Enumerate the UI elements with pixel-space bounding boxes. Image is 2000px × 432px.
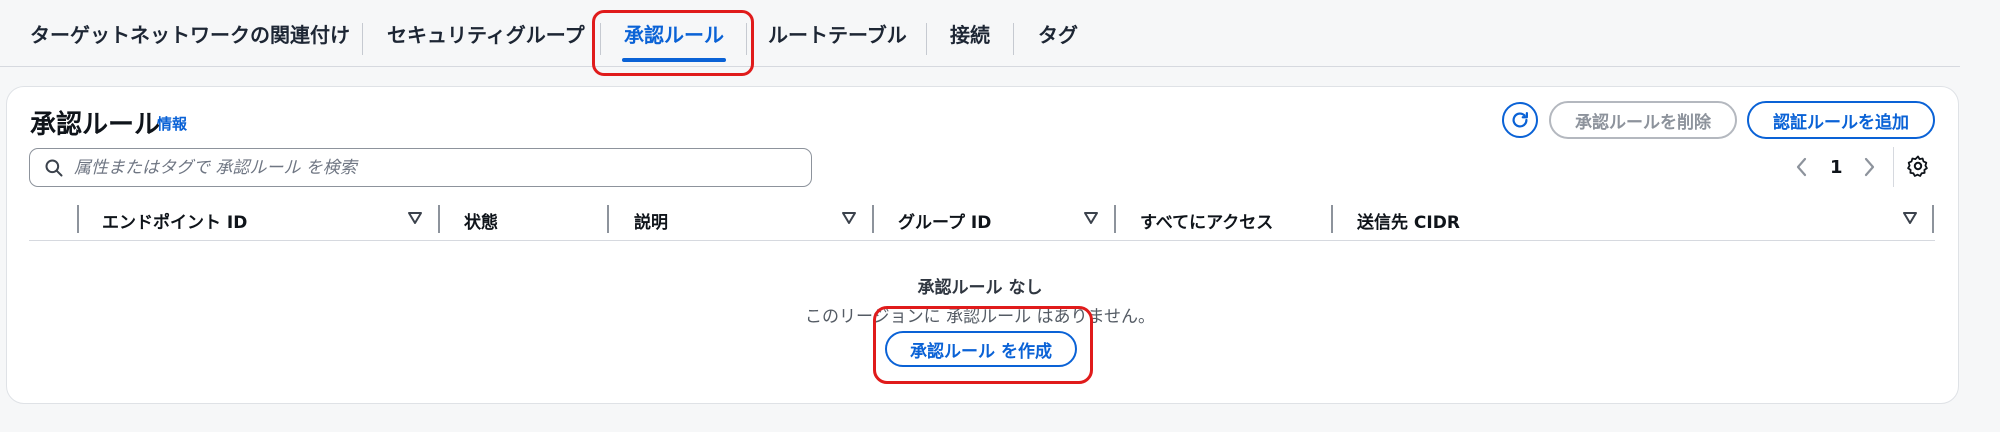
gear-icon[interactable] xyxy=(1906,154,1930,178)
tab-connections[interactable]: 接続 xyxy=(950,0,990,66)
tab-target-network-associations[interactable]: ターゲットネットワークの関連付け xyxy=(30,0,350,66)
column-header-access-all[interactable]: すべてにアクセス xyxy=(1140,208,1273,233)
panel-title: 承認ルール xyxy=(30,110,161,140)
column-divider xyxy=(1331,205,1333,233)
delete-authorization-rule-button[interactable]: 承認ルールを削除 xyxy=(1549,101,1737,139)
empty-state-description: このリージョンに 承認ルール はありません。 xyxy=(805,307,1155,327)
table-header-divider xyxy=(29,240,1935,241)
column-divider xyxy=(1114,205,1116,233)
tab-tags[interactable]: タグ xyxy=(1038,0,1078,66)
column-header-state[interactable]: 状態 xyxy=(464,208,498,233)
add-authorization-rule-button[interactable]: 認証ルールを追加 xyxy=(1747,101,1935,139)
tab-divider xyxy=(1013,23,1014,55)
column-divider xyxy=(1932,205,1934,233)
tab-divider xyxy=(362,23,363,55)
tab-divider xyxy=(600,23,601,55)
column-header-endpoint-id[interactable]: エンドポイント ID xyxy=(102,208,247,233)
sort-down-icon[interactable] xyxy=(407,211,423,225)
tab-divider xyxy=(926,23,927,55)
search-icon xyxy=(45,159,63,176)
sort-down-icon[interactable] xyxy=(841,211,857,225)
sort-down-icon[interactable] xyxy=(1902,211,1918,225)
pagination-divider xyxy=(1893,147,1894,187)
column-divider xyxy=(438,205,440,233)
tab-route-table[interactable]: ルートテーブル xyxy=(768,0,907,66)
column-divider xyxy=(77,205,79,233)
column-header-destination-cidr[interactable]: 送信先 CIDR xyxy=(1357,208,1460,233)
column-header-group-id[interactable]: グループ ID xyxy=(898,208,991,233)
tab-security-groups[interactable]: セキュリティグループ xyxy=(387,0,585,66)
search-input[interactable] xyxy=(72,156,776,179)
search-box xyxy=(29,148,812,187)
info-link[interactable]: 情報 xyxy=(157,113,187,134)
refresh-button[interactable] xyxy=(1502,102,1538,138)
tab-bar: ターゲットネットワークの関連付け セキュリティグループ 承認ルール ルートテーブ… xyxy=(0,0,1960,67)
create-authorization-rule-button[interactable]: 承認ルール を作成 xyxy=(885,331,1077,367)
empty-state-title: 承認ルール なし xyxy=(917,278,1043,298)
column-header-description[interactable]: 説明 xyxy=(634,208,668,233)
chevron-left-icon[interactable] xyxy=(1793,156,1811,178)
refresh-icon xyxy=(1512,112,1528,128)
tab-authorization-rules[interactable]: 承認ルール xyxy=(622,0,726,66)
column-divider xyxy=(872,205,874,233)
tab-divider xyxy=(746,23,747,55)
current-page-number[interactable]: 1 xyxy=(1830,157,1843,178)
column-divider xyxy=(607,205,609,233)
chevron-right-icon[interactable] xyxy=(1860,156,1878,178)
sort-down-icon[interactable] xyxy=(1083,211,1099,225)
